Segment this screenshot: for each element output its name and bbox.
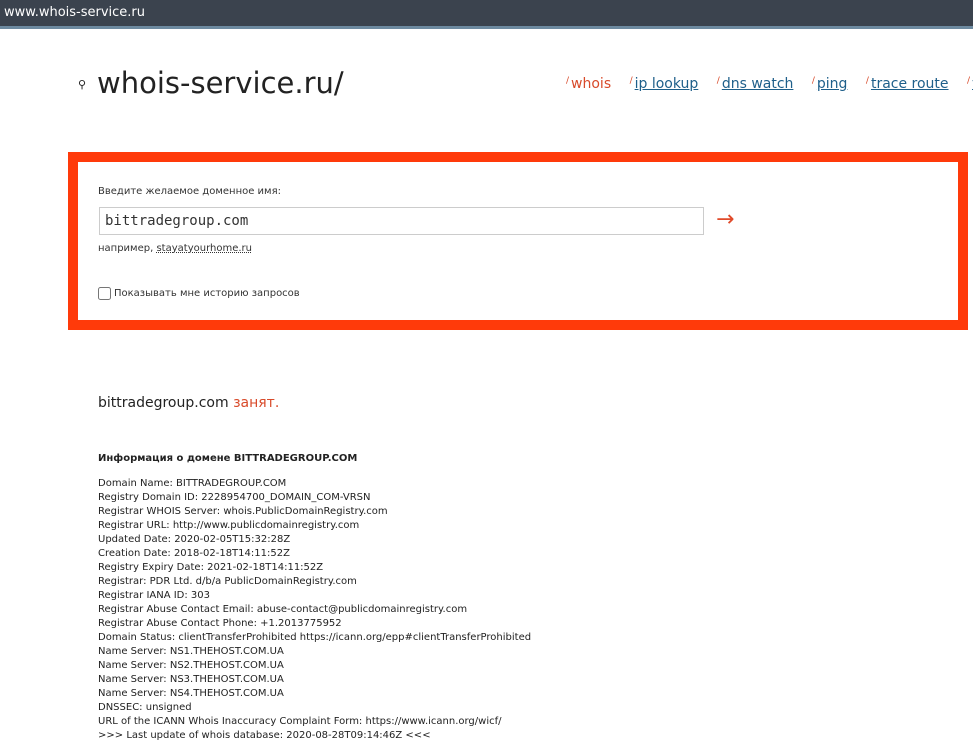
status-taken: занят. — [233, 395, 280, 411]
whois-line: Creation Date: 2018-02-18T14:11:52Z — [98, 548, 290, 559]
whois-line: URL of the ICANN Whois Inaccuracy Compla… — [98, 716, 502, 727]
whois-line: Name Server: NS2.THEHOST.COM.UA — [98, 660, 284, 671]
nav-dns-watch[interactable]: dns watch — [722, 76, 794, 92]
whois-line: Domain Status: clientTransferProhibited … — [98, 632, 532, 643]
whois-line: Registrar IANA ID: 303 — [98, 590, 211, 601]
whois-line: Updated Date: 2020-02-05T15:32:28Z — [98, 534, 291, 545]
main-nav: / whois / ip lookup / dns watch / ping / trac… — [566, 76, 973, 92]
whois-line: Registrar: PDR Ltd. d/b/a PublicDomainRe… — [98, 576, 357, 587]
whois-record: Domain Name: BITTRADEGROUP.COM Registry D… — [98, 477, 531, 743]
whois-line: Name Server: NS1.THEHOST.COM.UA — [98, 646, 284, 657]
info-heading: Информация о домене BITTRADEGROUP.COM — [98, 453, 358, 464]
whois-line: Name Server: NS3.THEHOST.COM.UA — [98, 674, 284, 685]
example-prefix: например, — [98, 243, 154, 254]
nav-whois[interactable]: whois — [571, 76, 611, 92]
whois-line: >>> Last update of whois database: 2020-… — [98, 730, 431, 741]
browser-address-bar[interactable]: www.whois-service.ru — [0, 0, 973, 29]
whois-line: DNSSEC: unsigned — [98, 702, 192, 713]
result-domain: bittradegroup.com — [98, 395, 229, 411]
search-icon: ⚲ — [78, 78, 87, 91]
history-label: Показывать мне историю запросов — [114, 288, 300, 299]
url-text[interactable]: www.whois-service.ru — [4, 5, 145, 20]
whois-line: Registry Expiry Date: 2021-02-18T14:11:5… — [98, 562, 324, 573]
history-checkbox[interactable] — [98, 287, 111, 300]
domain-input[interactable] — [99, 207, 704, 235]
example-link[interactable]: stayatyourhome.ru — [156, 243, 252, 254]
whois-line: Name Server: NS4.THEHOST.COM.UA — [98, 688, 284, 699]
nav-ping[interactable]: ping — [817, 76, 848, 92]
history-checkbox-row[interactable]: Показывать мне историю запросов — [98, 287, 300, 300]
whois-line: Domain Name: BITTRADEGROUP.COM — [98, 478, 287, 489]
nav-ip-lookup[interactable]: ip lookup — [635, 76, 699, 92]
highlight-box — [68, 152, 968, 330]
whois-line: Registrar Abuse Contact Email: abuse-con… — [98, 604, 468, 615]
whois-line: Registry Domain ID: 2228954700_DOMAIN_CO… — [98, 492, 371, 503]
result-status: bittradegroup.com занят. — [98, 395, 279, 411]
submit-arrow-button[interactable]: → — [716, 207, 734, 232]
whois-line: Registrar Abuse Contact Phone: +1.201377… — [98, 618, 342, 629]
example-text: например, stayatyourhome.ru — [98, 243, 252, 254]
domain-label: Введите желаемое доменное имя: — [98, 186, 281, 197]
whois-line: Registrar WHOIS Server: whois.PublicDoma… — [98, 506, 388, 517]
nav-trace-route[interactable]: trace route — [871, 76, 949, 92]
whois-line: Registrar URL: http://www.publicdomainre… — [98, 520, 360, 531]
site-logo[interactable]: whois-service.ru/ — [97, 66, 344, 100]
